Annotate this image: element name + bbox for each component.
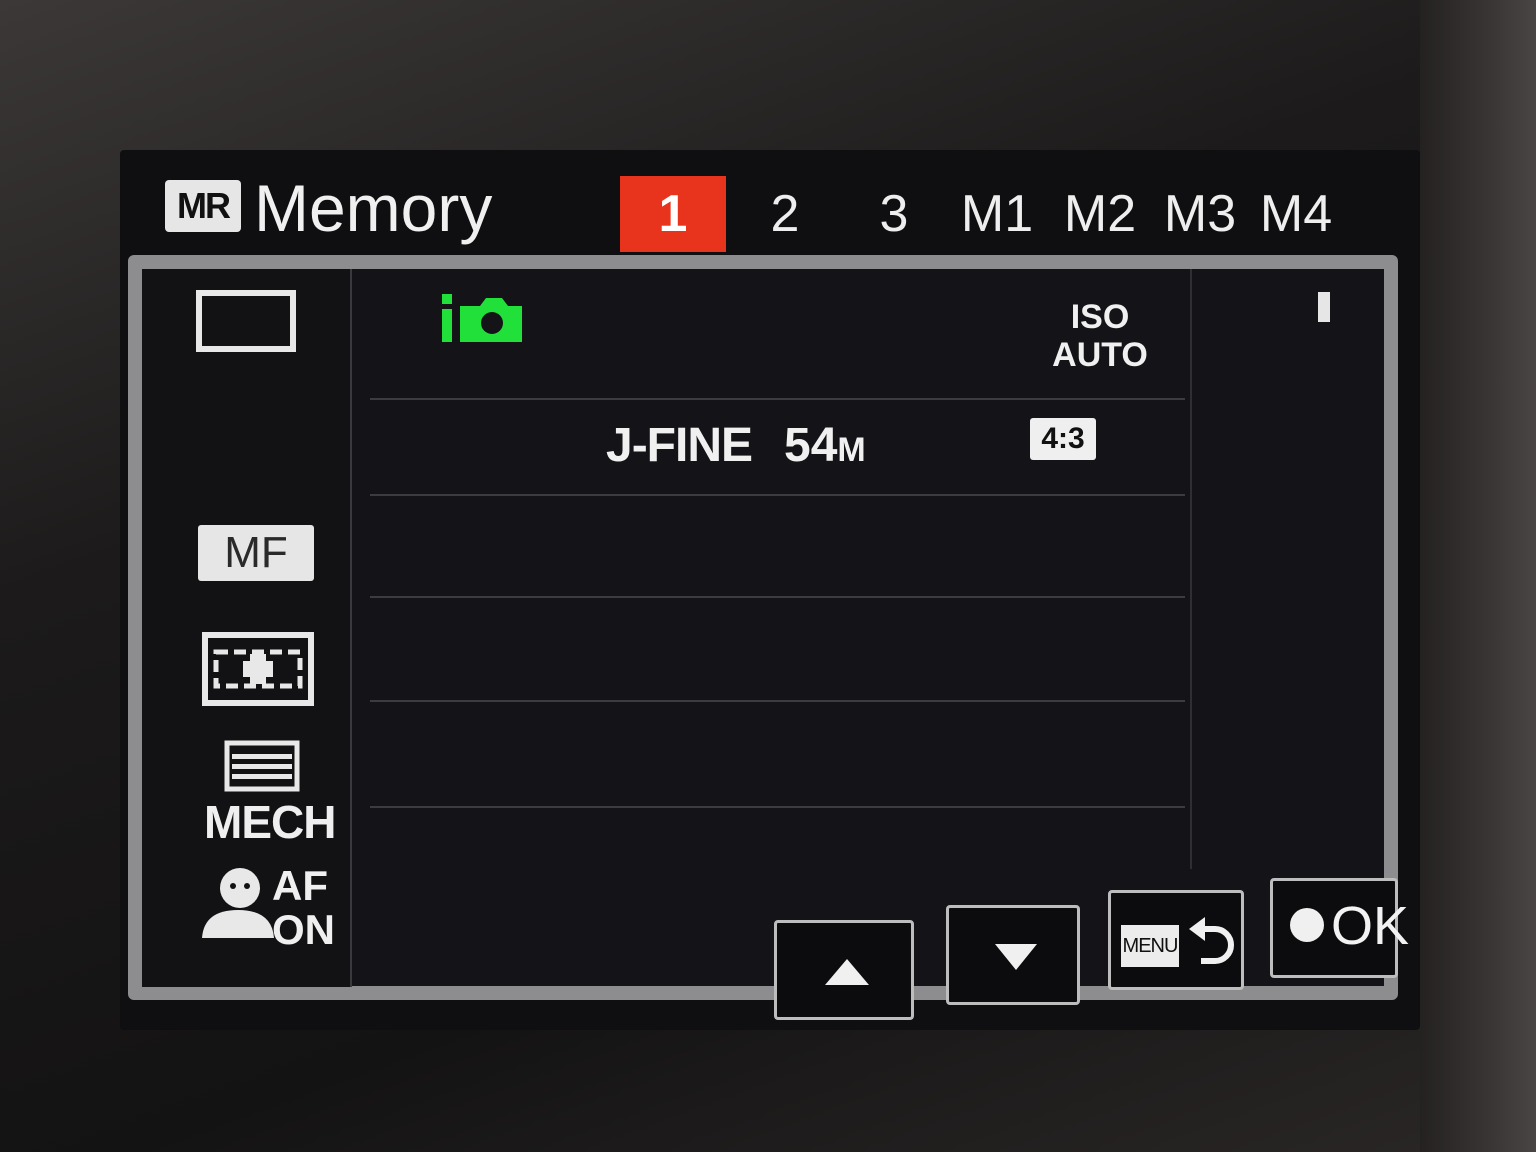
iso-label: ISO — [1070, 298, 1130, 336]
row-divider — [370, 398, 1185, 400]
metering-mode-icon[interactable] — [202, 632, 314, 710]
row-divider — [370, 806, 1185, 808]
tab-m2[interactable]: M2 — [1050, 176, 1150, 252]
shutter-type-icon[interactable] — [224, 740, 300, 796]
tab-1[interactable]: 1 — [620, 176, 726, 252]
circle-icon — [1290, 908, 1324, 942]
shutter-type-label: MECH — [204, 796, 336, 848]
memory-tabs: 1 2 3 M1 M2 M3 M4 — [620, 176, 1342, 252]
ok-label: OK — [1331, 896, 1410, 956]
single-frame-drive-icon[interactable] — [196, 290, 296, 352]
aspect-ratio-setting[interactable]: 4:3 — [1030, 418, 1096, 460]
camera-body-edge — [1420, 0, 1536, 1152]
page-title: Memory — [254, 171, 493, 245]
return-arrow-icon — [1189, 917, 1234, 964]
tab-2[interactable]: 2 — [726, 176, 844, 252]
mf-focus-mode-icon[interactable]: MF — [198, 525, 314, 581]
scroll-down-button[interactable] — [946, 905, 1080, 1005]
face-detect-icon[interactable] — [198, 866, 278, 944]
on-label: ON — [272, 906, 335, 953]
intelligent-auto-icon[interactable] — [440, 292, 526, 350]
iso-value: AUTO — [1052, 336, 1148, 374]
image-quality-setting[interactable]: J-FINE — [606, 418, 753, 473]
af-on-label: AF ON — [272, 864, 335, 952]
row-divider — [370, 700, 1185, 702]
tab-3[interactable]: 3 — [844, 176, 944, 252]
mr-badge: MR — [165, 180, 241, 232]
tab-m1[interactable]: M1 — [944, 176, 1050, 252]
ok-button[interactable]: OK — [1270, 878, 1409, 978]
iso-setting[interactable]: ISO AUTO — [1050, 298, 1150, 374]
menu-back-button[interactable]: MENU — [1108, 890, 1244, 990]
image-size-setting[interactable]: 54M — [784, 418, 866, 473]
right-column — [1190, 269, 1362, 869]
image-size-number: 54 — [784, 419, 838, 472]
row-divider — [370, 494, 1185, 496]
scroll-up-button[interactable] — [774, 920, 914, 1020]
arrow-down-icon — [995, 944, 1037, 970]
tab-m4[interactable]: M4 — [1250, 176, 1342, 252]
row-divider — [370, 596, 1185, 598]
af-label: AF — [272, 862, 328, 909]
tab-m3[interactable]: M3 — [1150, 176, 1250, 252]
scrollbar[interactable] — [1318, 292, 1330, 322]
image-size-unit: M — [837, 431, 866, 469]
menu-badge: MENU — [1121, 925, 1179, 967]
arrow-up-icon — [825, 959, 869, 985]
